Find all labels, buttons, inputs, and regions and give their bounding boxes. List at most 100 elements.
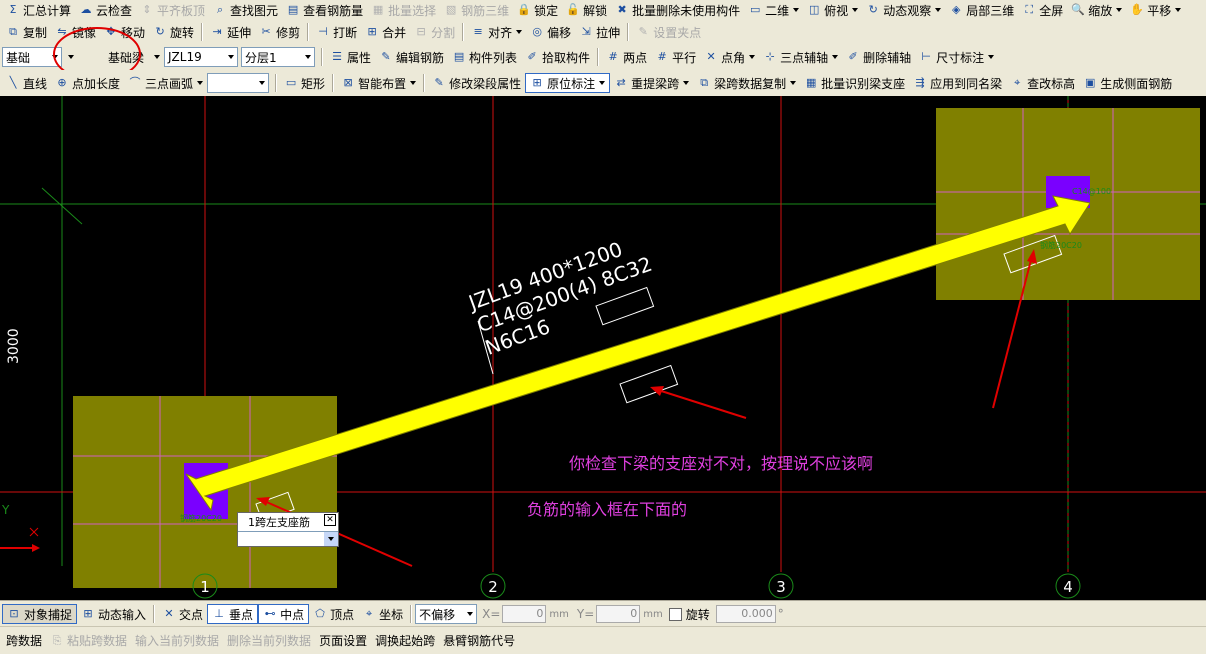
x-offset-input[interactable]: 0 (502, 605, 547, 623)
edit-tool-2[interactable]: ✥ 移动 (100, 22, 149, 42)
component-tool-6[interactable]: ✕ 点角 (700, 47, 759, 67)
layer-select[interactable]: 分层1 (241, 47, 315, 67)
svg-text:钢筋20C20: 钢筋20C20 (180, 513, 222, 523)
top-tool-11[interactable]: ◫ 俯视 (803, 0, 862, 20)
draw-tool-1[interactable]: ⊕ 点加长度 (51, 73, 124, 93)
span-tool-0[interactable]: 跨数据 (2, 631, 46, 651)
component-tool-0[interactable]: ☰ 属性 (326, 47, 375, 67)
rectangle-button[interactable]: ▭ 矩形 (280, 73, 329, 93)
top-tool-3[interactable]: ⌕ 查找图元 (209, 0, 282, 20)
draw-more-0[interactable]: ⊠ 智能布置 (337, 73, 420, 93)
top-tool-7-icon: 🔒 (517, 3, 531, 16)
component-tool-2[interactable]: ▤ 构件列表 (448, 47, 521, 67)
svg-text:C14@100: C14@100 (1072, 187, 1111, 196)
draw-toolbar: ╲ 直线 ⊕ 点加长度 ⌒ 三点画弧 ▭ 矩形 ⊠ 智能布置 ✎ 修改梁段属性 ⊞ 原位标注 ⇄ 重提梁跨… (0, 70, 1206, 97)
popup-input[interactable] (238, 532, 324, 546)
chevron-down-icon[interactable] (324, 532, 338, 546)
edit-tool-12[interactable]: ✎ 设置夹点 (632, 22, 705, 42)
component-tool-4[interactable]: # 两点 (602, 47, 651, 67)
top-tool-12[interactable]: ↻ 动态观察 (862, 0, 945, 20)
edit-tool-1[interactable]: ⇋ 镜像 (51, 22, 100, 42)
edit-tool-11-icon: ⇲ (581, 25, 591, 38)
top-tool-13[interactable]: ◈ 局部三维 (945, 0, 1018, 20)
draw-tool-0-icon: ╲ (9, 76, 17, 89)
top-tool-4[interactable]: ▤ 查看钢筋量 (282, 0, 367, 20)
component-tool-9[interactable]: ⊢ 尺寸标注 (915, 47, 998, 67)
edit-tool-7[interactable]: ⊞ 合并 (361, 22, 410, 42)
draw-more-6[interactable]: ⇶ 应用到同名梁 (909, 73, 1006, 93)
top-tool-5[interactable]: ▦ 批量选择 (367, 0, 440, 20)
snap-vertex[interactable]: ⬠ 顶点 (309, 604, 358, 624)
edit-tool-3[interactable]: ↻ 旋转 (149, 22, 198, 42)
top-tool-11-icon: ◫ (808, 3, 820, 16)
rotate-checkbox[interactable] (668, 607, 682, 621)
top-tool-16[interactable]: ✋ 平移 (1126, 0, 1185, 20)
support-rebar-popup[interactable]: 1跨左支座筋 ✕ (237, 512, 339, 547)
draw-tool-2[interactable]: ⌒ 三点画弧 (124, 73, 207, 93)
edit-tool-4-icon: ⇥ (212, 25, 222, 38)
rotate-input[interactable]: 0.000 (715, 605, 776, 623)
edit-tool-5[interactable]: ✂ 修剪 (255, 22, 304, 42)
top-tool-0[interactable]: Σ 汇总计算 (2, 0, 75, 20)
draw-more-1-icon: ✎ (434, 76, 444, 89)
top-tool-7[interactable]: 🔒 锁定 (513, 0, 562, 20)
span-tool-5[interactable]: 调换起始跨 (371, 631, 439, 651)
offset-mode-select[interactable]: 不偏移 (415, 604, 478, 624)
span-tool-1[interactable]: ⎘ 粘贴跨数据 (46, 631, 131, 651)
edit-tool-8[interactable]: ⊟ 分割 (410, 22, 459, 42)
category-select[interactable]: 基础 (2, 47, 62, 67)
span-tool-3[interactable]: 删除当前列数据 (223, 631, 315, 651)
component-tool-7-icon: ⊹ (765, 50, 775, 63)
span-tool-4[interactable]: 页面设置 (315, 631, 371, 651)
snap-intersection[interactable]: ✕ 交点 (158, 604, 207, 624)
draw-more-1[interactable]: ✎ 修改梁段属性 (428, 73, 525, 93)
snap-perpendicular[interactable]: ⊥ 垂点 (207, 604, 259, 624)
edit-tool-0[interactable]: ⧉ 复制 (2, 22, 51, 42)
draw-more-3[interactable]: ⇄ 重提梁跨 (610, 73, 693, 93)
edit-tool-9-icon: ≡ (473, 25, 483, 38)
span-tool-6[interactable]: 悬臂钢筋代号 (439, 631, 519, 651)
edit-tool-11[interactable]: ⇲ 拉伸 (575, 22, 624, 42)
component-tool-5[interactable]: # 平行 (651, 47, 700, 67)
top-tool-8[interactable]: 🔓 解锁 (562, 0, 611, 20)
draw-more-4[interactable]: ⧉ 梁跨数据复制 (693, 73, 800, 93)
draw-more-5[interactable]: ▦ 批量识别梁支座 (800, 73, 909, 93)
draw-tool-0[interactable]: ╲ 直线 (2, 73, 51, 93)
drawing-canvas[interactable]: JZL19 400*1200 C14@200(4) 8C32 N6C16 300… (0, 96, 1206, 600)
annotation-input-box: 负筋的输入框在下面的 (527, 500, 688, 519)
component-tool-3[interactable]: ✐ 拾取构件 (521, 47, 594, 67)
dynamic-input-toggle[interactable]: ⊞ 动态输入 (77, 604, 150, 624)
snap-midpoint[interactable]: ⊷ 中点 (258, 604, 310, 624)
draw-more-0-icon: ⊠ (343, 76, 353, 89)
y-offset-input[interactable]: 0 (596, 605, 641, 623)
top-tool-1[interactable]: ☁ 云检查 (75, 0, 136, 20)
close-icon[interactable]: ✕ (324, 514, 336, 526)
edit-tool-4[interactable]: ⇥ 延伸 (206, 22, 255, 42)
span-tool-2[interactable]: 输入当前列数据 (131, 631, 223, 651)
red-arrow-1 (650, 386, 664, 396)
object-snap-toggle[interactable]: ⊡ 对象捕捉 (2, 604, 78, 624)
top-tool-6[interactable]: ▧ 钢筋三维 (440, 0, 513, 20)
snap-coordinate[interactable]: ⌖ 坐标 (358, 604, 407, 624)
draw-more-2[interactable]: ⊞ 原位标注 (525, 73, 611, 93)
member-select[interactable]: JZL19 (164, 47, 238, 67)
type-select[interactable]: 基础梁 (65, 48, 147, 66)
edit-tool-7-icon: ⊞ (367, 25, 377, 38)
axis-label-1: 1 (200, 578, 210, 596)
top-tool-2-icon: ⇕ (142, 3, 152, 16)
draw-more-7[interactable]: ⌖ 查改标高 (1006, 73, 1079, 93)
component-tool-7[interactable]: ⊹ 三点辅轴 (759, 47, 842, 67)
top-tool-10[interactable]: ▭ 二维 (744, 0, 803, 20)
draw-more-8[interactable]: ▣ 生成侧面钢筋 (1079, 73, 1176, 93)
draw-more-3-icon: ⇄ (616, 76, 626, 89)
edit-tool-9[interactable]: ≡ 对齐 (467, 22, 526, 42)
top-tool-9[interactable]: ✖ 批量删除未使用构件 (611, 0, 744, 20)
top-tool-14[interactable]: ⛶ 全屏 (1018, 0, 1067, 20)
arc-mode-select[interactable] (207, 73, 270, 93)
top-tool-15[interactable]: 🔍 缩放 (1067, 0, 1126, 20)
edit-tool-6[interactable]: ⊣ 打断 (312, 22, 361, 42)
edit-tool-10[interactable]: ◎ 偏移 (526, 22, 575, 42)
top-tool-2[interactable]: ⇕ 平齐板顶 (136, 0, 209, 20)
component-tool-1[interactable]: ✎ 编辑钢筋 (375, 47, 448, 67)
component-tool-8[interactable]: ✐ 删除辅轴 (842, 47, 915, 67)
